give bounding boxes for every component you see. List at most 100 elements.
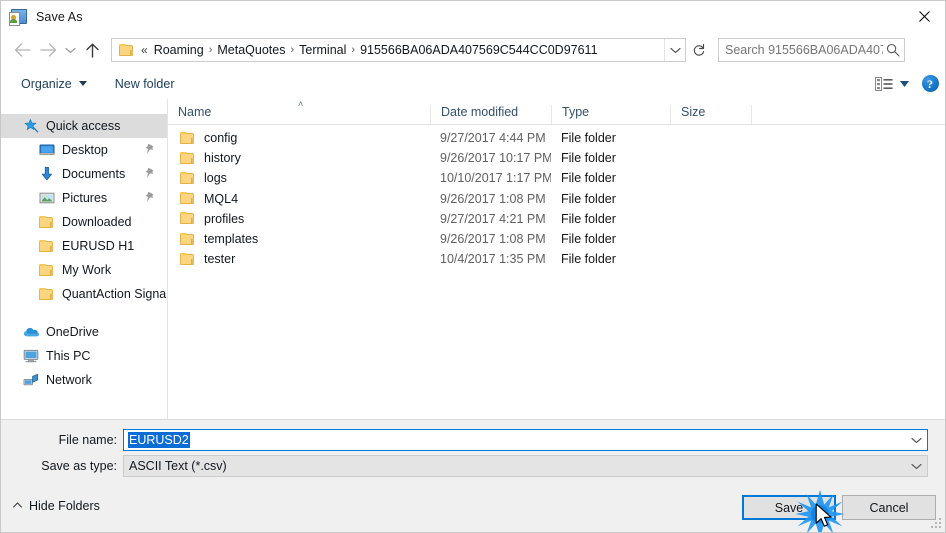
sidebar-item-quantaction-signal[interactable]: QuantAction Signal <box>1 282 167 306</box>
file-type-cell: File folder <box>561 171 616 186</box>
file-name-cell: MQL4 <box>168 192 430 206</box>
file-date-cell: 10/10/2017 1:17 PM <box>440 171 551 186</box>
file-name-cell: history <box>168 151 430 165</box>
command-toolbar: Organize New folder ? <box>1 68 945 100</box>
save-button[interactable]: Save <box>742 495 836 520</box>
arrow-right-icon <box>39 43 56 57</box>
sidebar-item-label: Desktop <box>62 143 108 157</box>
file-name-row: File name: EURUSD2 <box>1 429 945 451</box>
address-row: « Roaming › MetaQuotes › Terminal › 9155… <box>1 32 945 68</box>
folder-icon <box>180 171 196 185</box>
breadcrumb-overflow[interactable]: « <box>138 43 150 57</box>
file-name-label: MQL4 <box>204 191 239 206</box>
save-as-type-select[interactable]: ASCII Text (*.csv) <box>123 455 928 477</box>
chevron-down-icon <box>910 437 922 443</box>
change-view-button[interactable] <box>871 72 913 96</box>
sidebar-item-my-work[interactable]: My Work <box>1 258 167 282</box>
breadcrumb-item-metaquotes[interactable]: MetaQuotes <box>213 42 289 58</box>
save-as-dialog: Save As « Roaming › MetaQuotes › Termina… <box>0 0 946 533</box>
save-as-type-label: Save as type: <box>41 459 117 473</box>
column-header-filler <box>751 105 945 124</box>
refresh-button[interactable] <box>687 38 711 62</box>
new-folder-button[interactable]: New folder <box>107 72 183 96</box>
table-row[interactable]: tester 10/4/2017 1:35 PM File folder <box>168 249 945 269</box>
onedrive-icon <box>23 324 39 340</box>
table-row[interactable]: config 9/27/2017 4:44 PM File folder <box>168 128 945 148</box>
address-dropdown-button[interactable] <box>664 39 685 61</box>
sidebar-item-eurusd-h1[interactable]: EURUSD H1 <box>1 234 167 258</box>
sidebar-item-this-pc[interactable]: This PC <box>1 344 167 368</box>
organize-button[interactable]: Organize <box>13 72 95 96</box>
sidebar-item-downloaded[interactable]: Downloaded <box>1 210 167 234</box>
caret-down-icon <box>78 81 87 86</box>
save-as-icon <box>9 8 27 26</box>
network-icon <box>23 372 39 388</box>
search-input[interactable] <box>725 43 883 57</box>
back-button[interactable] <box>9 37 35 63</box>
folder-icon <box>39 286 55 302</box>
close-button[interactable] <box>901 1 945 32</box>
window-title: Save As <box>36 9 83 24</box>
file-type-cell: File folder <box>561 151 616 166</box>
cancel-button-label: Cancel <box>869 500 909 515</box>
star-pin-icon <box>23 118 39 134</box>
column-header-date-modified[interactable]: Date modified <box>430 105 551 124</box>
column-header-size[interactable]: Size <box>670 105 751 124</box>
sidebar-item-pictures[interactable]: Pictures <box>1 186 167 210</box>
sidebar-item-network[interactable]: Network <box>1 368 167 392</box>
desktop-icon <box>39 142 55 158</box>
file-list-pane: Name Date modified Type Size ˄ config 9/… <box>168 99 945 419</box>
file-type-cell: File folder <box>561 232 616 247</box>
table-row[interactable]: MQL4 9/26/2017 1:08 PM File folder <box>168 189 945 209</box>
column-header-type[interactable]: Type <box>551 105 670 124</box>
pin-icon <box>145 191 155 203</box>
pictures-icon <box>39 190 55 206</box>
search-icon <box>883 43 903 57</box>
chevron-down-icon <box>669 47 681 53</box>
folder-icon <box>180 192 196 205</box>
this-pc-icon <box>23 348 39 364</box>
pin-icon <box>145 143 155 155</box>
save-as-type-dropdown-button[interactable] <box>905 456 927 476</box>
organize-label: Organize <box>21 76 72 91</box>
file-name-value: EURUSD2 <box>128 432 190 448</box>
new-folder-label: New folder <box>114 76 175 91</box>
file-name-label: File name: <box>58 433 117 447</box>
table-row[interactable]: profiles 9/27/2017 4:21 PM File folder <box>168 209 945 229</box>
file-date-cell: 9/26/2017 1:08 PM <box>440 191 546 206</box>
file-date-cell: 9/27/2017 4:21 PM <box>440 211 546 226</box>
sidebar-item-documents[interactable]: Documents <box>1 162 167 186</box>
address-bar[interactable]: « Roaming › MetaQuotes › Terminal › 9155… <box>111 38 686 62</box>
file-type-cell: File folder <box>561 211 616 226</box>
recent-locations-button[interactable] <box>61 37 79 63</box>
file-date-cell: 9/26/2017 1:08 PM <box>440 232 546 247</box>
sidebar-item-desktop[interactable]: Desktop <box>1 138 167 162</box>
table-row[interactable]: history 9/26/2017 10:17 PM File folder <box>168 148 945 168</box>
help-button[interactable]: ? <box>913 68 945 99</box>
table-row[interactable]: logs 10/10/2017 1:17 PM File folder <box>168 168 945 188</box>
up-button[interactable] <box>79 37 105 63</box>
breadcrumb-item-current[interactable]: 915566BA06ADA407569C544CC0D97611 <box>356 42 601 58</box>
forward-button[interactable] <box>35 37 61 63</box>
file-name-label: config <box>204 131 238 146</box>
file-type-cell: File folder <box>561 191 616 206</box>
breadcrumb-item-roaming[interactable]: Roaming <box>150 42 208 58</box>
search-box[interactable] <box>718 38 905 62</box>
file-name-dropdown-button[interactable] <box>905 430 927 450</box>
cancel-button[interactable]: Cancel <box>842 495 936 520</box>
list-view-icon <box>875 76 893 91</box>
breadcrumb-item-terminal[interactable]: Terminal <box>295 42 350 58</box>
caret-down-icon <box>900 80 909 87</box>
sidebar-item-label: My Work <box>62 263 112 277</box>
file-name-input[interactable]: EURUSD2 <box>123 429 928 451</box>
folder-icon <box>39 238 55 254</box>
hide-folders-button[interactable]: Hide Folders <box>13 499 100 513</box>
file-name-cell: templates <box>168 232 430 246</box>
sidebar-item-quick-access[interactable]: Quick access <box>1 114 167 138</box>
toolbar-right-group: ? <box>871 68 945 99</box>
table-row[interactable]: templates 9/26/2017 1:08 PM File folder <box>168 229 945 249</box>
save-as-type-value: ASCII Text (*.csv) <box>129 459 227 473</box>
sidebar-item-onedrive[interactable]: OneDrive <box>1 320 167 344</box>
pin-icon <box>145 167 155 179</box>
file-rows: config 9/27/2017 4:44 PM File folder his… <box>168 125 945 269</box>
